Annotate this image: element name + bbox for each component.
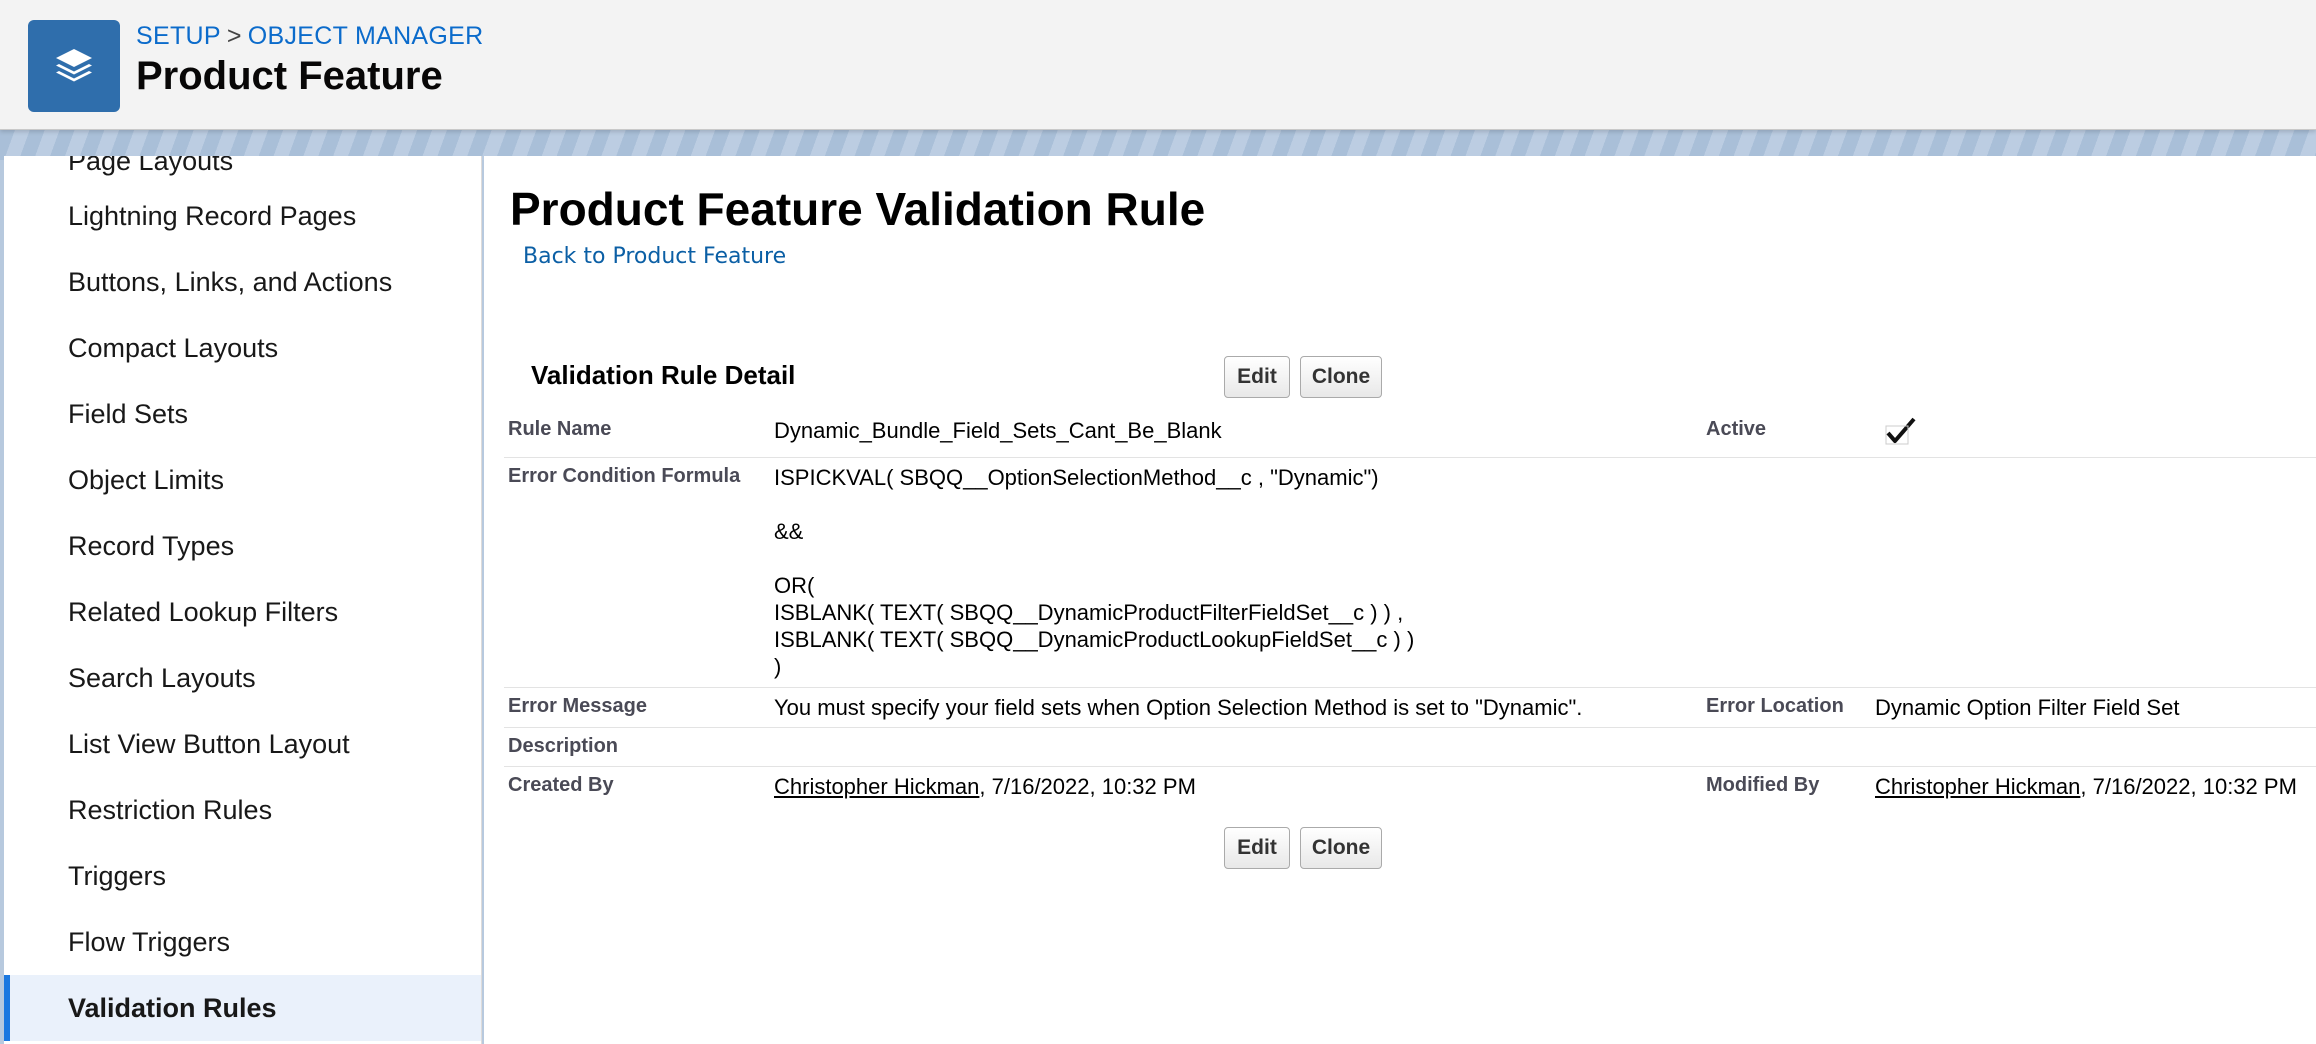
formula-label: Error Condition Formula [508,465,741,487]
edit-button-bottom[interactable]: Edit [1224,827,1290,869]
divider [504,727,2316,728]
divider [504,457,2316,458]
page-header: SETUP > OBJECT MANAGER Product Feature [0,0,2316,130]
validation-rule-title: Product Feature Validation Rule [510,183,1206,235]
modified-by-label: Modified By [1706,774,1820,796]
rule-name-value: Dynamic_Bundle_Field_Sets_Cant_Be_Blank [774,418,1222,443]
active-label: Active [1706,418,1767,440]
formula-line: ISBLANK( TEXT( SBQQ__DynamicProductFilte… [774,600,1404,625]
page-title: Product Feature [136,54,443,98]
edit-button-top[interactable]: Edit [1224,356,1290,398]
clone-button-top[interactable]: Clone [1300,356,1382,398]
section-title: Validation Rule Detail [531,360,796,390]
divider [504,766,2316,767]
rule-name-label: Rule Name [508,418,612,440]
formula-line: ) [774,654,782,679]
created-by-user-link[interactable]: Christopher Hickman [774,774,979,799]
breadcrumb-setup-link[interactable]: SETUP [136,22,221,50]
formula-line: ISPICKVAL( SBQQ__OptionSelectionMethod__… [774,465,1379,490]
created-by-date: , 7/16/2022, 10:32 PM [979,774,1196,799]
sidebar-item-lightning-record-pages[interactable]: Lightning Record Pages [4,183,481,249]
formula-line: OR( [774,573,815,598]
created-by-value: Christopher Hickman, 7/16/2022, 10:32 PM [774,774,1196,800]
sidebar-item-buttons-links-actions[interactable]: Buttons, Links, and Actions [4,249,481,315]
sidebar-item-compact-layouts[interactable]: Compact Layouts [4,315,481,381]
formula-line: ISBLANK( TEXT( SBQQ__DynamicProductLooku… [774,627,1415,652]
description-label: Description [508,735,619,757]
sidebar-item-search-layouts[interactable]: Search Layouts [4,645,481,711]
sidebar-item-restriction-rules[interactable]: Restriction Rules [4,777,481,843]
sidebar-item-related-lookup-filters[interactable]: Related Lookup Filters [4,579,481,645]
sidebar: Page Layouts Lightning Record Pages Butt… [4,156,482,1044]
sidebar-item-record-types[interactable]: Record Types [4,513,481,579]
breadcrumb-separator: > [226,22,242,50]
sidebar-item-triggers[interactable]: Triggers [4,843,481,909]
formula-line: && [774,519,804,544]
modified-by-value: Christopher Hickman, 7/16/2022, 10:32 PM [1875,774,2297,800]
main-content: Product Feature Validation Rule Back to … [484,156,2316,1044]
breadcrumb-object-manager-link[interactable]: OBJECT MANAGER [248,22,484,50]
error-location-value: Dynamic Option Filter Field Set [1875,695,2180,720]
clone-button-bottom[interactable]: Clone [1300,827,1382,869]
layers-icon [28,20,120,112]
sidebar-item-flow-triggers[interactable]: Flow Triggers [4,909,481,975]
checkmark-icon [1884,416,1918,451]
breadcrumb: SETUP > OBJECT MANAGER [136,22,483,51]
error-location-label: Error Location [1706,695,1844,717]
created-by-label: Created By [508,774,614,796]
modified-by-date: , 7/16/2022, 10:32 PM [2080,774,2297,799]
sidebar-item-list-view-button-layout[interactable]: List View Button Layout [4,711,481,777]
error-message-label: Error Message [508,695,647,717]
divider [504,687,2316,688]
back-to-product-feature-link[interactable]: Back to Product Feature [523,244,786,269]
sidebar-item-field-sets[interactable]: Field Sets [4,381,481,447]
error-message-value: You must specify your field sets when Op… [774,695,1583,720]
modified-by-user-link[interactable]: Christopher Hickman [1875,774,2080,799]
sidebar-item-object-limits[interactable]: Object Limits [4,447,481,513]
sidebar-item-validation-rules[interactable]: Validation Rules [4,975,481,1041]
